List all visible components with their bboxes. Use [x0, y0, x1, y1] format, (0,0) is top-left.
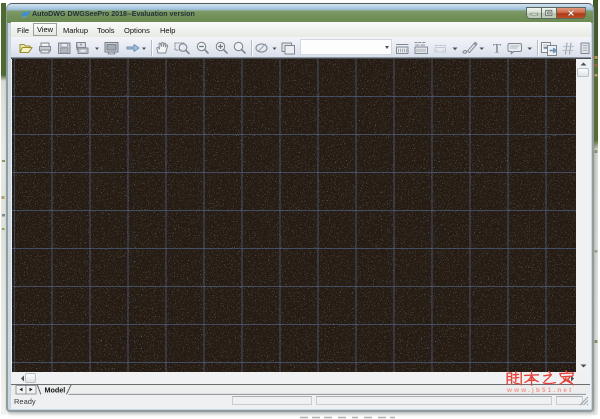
- svg-text:T: T: [493, 40, 501, 55]
- svg-text:Model: Model: [45, 386, 66, 395]
